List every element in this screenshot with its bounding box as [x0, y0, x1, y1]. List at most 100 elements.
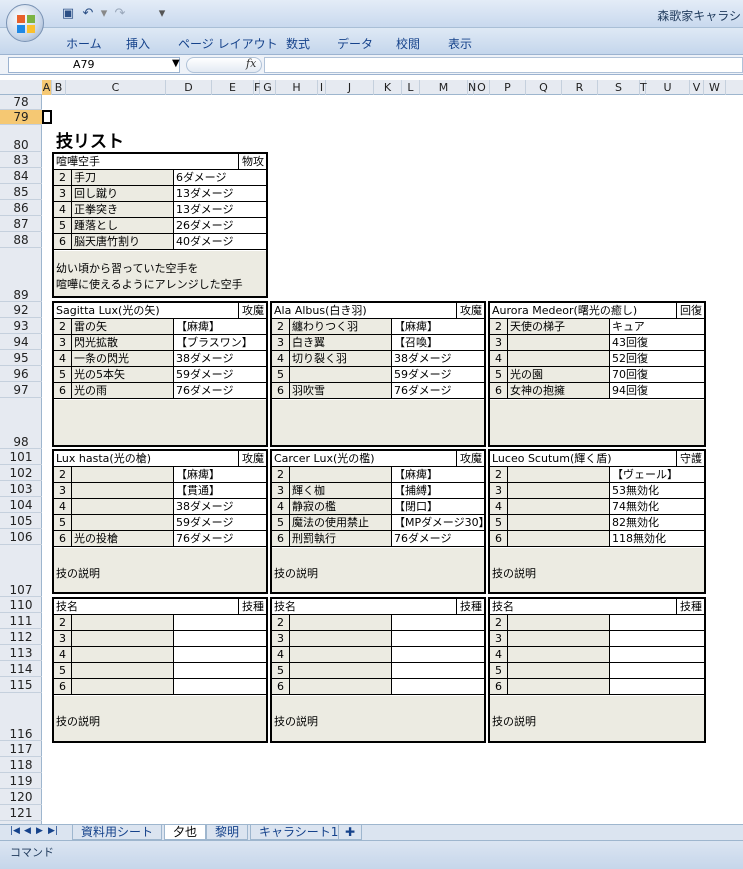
- column-header[interactable]: O: [474, 80, 490, 95]
- skill-row[interactable]: 3 輝く枷 【捕縛】: [272, 483, 484, 499]
- row-header[interactable]: 114: [0, 661, 42, 677]
- skill-row[interactable]: 2: [54, 615, 266, 631]
- column-header[interactable]: J: [326, 80, 374, 95]
- row-header[interactable]: 104: [0, 497, 42, 513]
- column-header[interactable]: R: [562, 80, 598, 95]
- row-header[interactable]: 117: [0, 741, 42, 757]
- skill-row[interactable]: 3: [272, 631, 484, 647]
- skill-block-title[interactable]: Carcer Lux(光の檻) 攻魔: [272, 451, 484, 467]
- column-header[interactable]: I: [318, 80, 326, 95]
- skill-row[interactable]: 2 纏わりつく羽 【麻痺】: [272, 319, 484, 335]
- skill-row[interactable]: 6 女神の抱擁 94回復: [490, 383, 704, 399]
- tab-home[interactable]: ホーム: [66, 35, 102, 52]
- column-header[interactable]: C: [66, 80, 166, 95]
- skill-row[interactable]: 4: [490, 647, 704, 663]
- skill-description[interactable]: 幼い頃から習っていた空手を 喧嘩に使えるようにアレンジした空手: [54, 251, 266, 296]
- skill-row[interactable]: 5 魔法の使用禁止 【MPダメージ30】: [272, 515, 484, 531]
- row-header[interactable]: 98: [0, 398, 42, 449]
- skill-description[interactable]: 技の説明: [490, 696, 704, 741]
- skill-row[interactable]: 5 59ダメージ: [272, 367, 484, 383]
- row-header[interactable]: 113: [0, 645, 42, 661]
- skill-row[interactable]: 3 閃光拡散 【ブラスワン】: [54, 335, 266, 351]
- insert-function-icon[interactable]: fx: [246, 57, 256, 70]
- row-header[interactable]: 93: [0, 318, 42, 334]
- sheet-tab-キャラシート1[interactable]: キャラシート1: [250, 825, 348, 840]
- column-header[interactable]: L: [402, 80, 420, 95]
- row-header[interactable]: 96: [0, 366, 42, 382]
- row-header[interactable]: 92: [0, 302, 42, 318]
- row-header[interactable]: 79: [0, 110, 42, 125]
- row-header[interactable]: 84: [0, 168, 42, 184]
- skill-block-title[interactable]: 喧嘩空手 物攻: [54, 154, 266, 170]
- skill-row[interactable]: 6: [272, 679, 484, 695]
- skill-block-title[interactable]: 技名 技種: [272, 599, 484, 615]
- column-header[interactable]: G: [260, 80, 276, 95]
- skill-block-title[interactable]: Ala Albus(白き羽) 攻魔: [272, 303, 484, 319]
- skill-row[interactable]: 2 【麻痺】: [54, 467, 266, 483]
- undo-dropdown-icon[interactable]: ▾: [96, 6, 112, 22]
- skill-row[interactable]: 3 【貫通】: [54, 483, 266, 499]
- skill-row[interactable]: 3 53無効化: [490, 483, 704, 499]
- column-header[interactable]: E: [212, 80, 254, 95]
- skill-row[interactable]: 2 雷の矢 【麻痺】: [54, 319, 266, 335]
- skill-row[interactable]: 6: [490, 679, 704, 695]
- skill-row[interactable]: 5 82無効化: [490, 515, 704, 531]
- skill-row[interactable]: 2: [272, 615, 484, 631]
- row-header[interactable]: 80: [0, 125, 42, 152]
- row-header[interactable]: 121: [0, 805, 42, 821]
- row-header[interactable]: 88: [0, 232, 42, 248]
- row-header[interactable]: 89: [0, 248, 42, 302]
- skill-row[interactable]: 2: [490, 615, 704, 631]
- column-header[interactable]: W: [704, 80, 726, 95]
- skill-row[interactable]: 6 羽吹雪 76ダメージ: [272, 383, 484, 399]
- skill-row[interactable]: 6: [54, 679, 266, 695]
- row-header[interactable]: 112: [0, 629, 42, 645]
- column-header[interactable]: S: [598, 80, 640, 95]
- prev-sheet-icon[interactable]: ◀: [24, 826, 31, 836]
- name-box-dropdown-icon[interactable]: ▼: [172, 58, 180, 69]
- skill-description[interactable]: 技の説明: [272, 548, 484, 592]
- column-header[interactable]: U: [646, 80, 690, 95]
- row-header[interactable]: 101: [0, 449, 42, 465]
- row-header[interactable]: 94: [0, 334, 42, 350]
- skill-row[interactable]: 5: [272, 663, 484, 679]
- column-header[interactable]: D: [166, 80, 212, 95]
- row-header[interactable]: 95: [0, 350, 42, 366]
- row-header[interactable]: 86: [0, 200, 42, 216]
- skill-row[interactable]: 2 【麻痺】: [272, 467, 484, 483]
- insert-sheet-icon[interactable]: ✚: [338, 825, 363, 840]
- skill-row[interactable]: 4 一条の閃光 38ダメージ: [54, 351, 266, 367]
- sheet-tab-夕也[interactable]: 夕也: [164, 825, 207, 840]
- save-icon[interactable]: ▣: [60, 6, 76, 22]
- row-header[interactable]: 107: [0, 545, 42, 597]
- sheet-tab-資料用シート[interactable]: 資料用シート: [72, 825, 163, 840]
- skill-row[interactable]: 2 手刀 6ダメージ: [54, 170, 266, 186]
- skill-row[interactable]: 6 118無効化: [490, 531, 704, 547]
- column-header[interactable]: A: [42, 80, 52, 95]
- row-header[interactable]: 85: [0, 184, 42, 200]
- column-header[interactable]: B: [52, 80, 66, 95]
- skill-row[interactable]: 5: [490, 663, 704, 679]
- name-box[interactable]: A79: [8, 57, 180, 73]
- row-header[interactable]: 119: [0, 773, 42, 789]
- undo-icon[interactable]: ↶: [80, 6, 96, 22]
- row-header[interactable]: 106: [0, 529, 42, 545]
- row-header[interactable]: 78: [0, 95, 42, 110]
- skill-row[interactable]: 3: [54, 631, 266, 647]
- skill-row[interactable]: 4: [54, 647, 266, 663]
- skill-description[interactable]: 技の説明: [272, 696, 484, 741]
- skill-description[interactable]: [272, 400, 484, 445]
- row-header[interactable]: 115: [0, 677, 42, 693]
- skill-row[interactable]: 5 光の園 70回復: [490, 367, 704, 383]
- redo-icon[interactable]: ↷: [112, 6, 128, 22]
- skill-row[interactable]: 5 59ダメージ: [54, 515, 266, 531]
- tab-insert[interactable]: 挿入: [126, 35, 150, 52]
- column-header[interactable]: P: [490, 80, 526, 95]
- skill-row[interactable]: 6 光の雨 76ダメージ: [54, 383, 266, 399]
- skill-row[interactable]: 5 光の5本矢 59ダメージ: [54, 367, 266, 383]
- row-header[interactable]: 103: [0, 481, 42, 497]
- skill-description[interactable]: [54, 400, 266, 445]
- skill-row[interactable]: 3 回し蹴り 13ダメージ: [54, 186, 266, 202]
- first-sheet-icon[interactable]: |◀: [10, 826, 20, 836]
- tab-data[interactable]: データ: [337, 35, 373, 52]
